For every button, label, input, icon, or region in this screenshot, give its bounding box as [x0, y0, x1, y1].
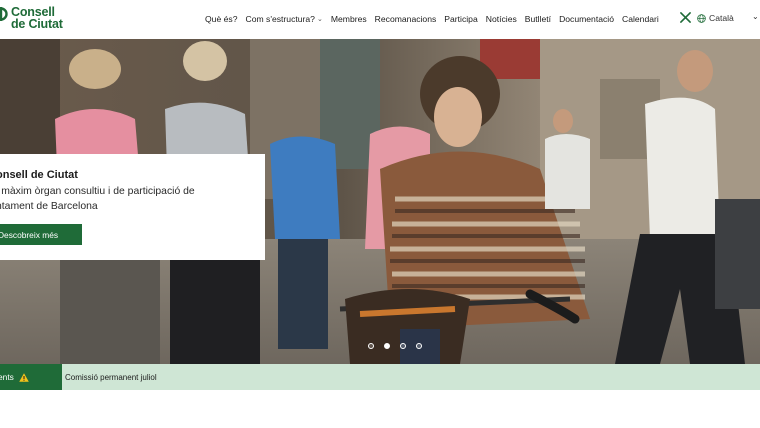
news-headline-link[interactable]: Comissió permanent juliol: [65, 373, 157, 382]
slide-dot-3[interactable]: [400, 343, 406, 349]
nav-item-label: Com s'estructura?: [245, 14, 315, 24]
nav-item-documentacio[interactable]: Documentació: [559, 14, 614, 24]
nav-item-participa[interactable]: Participa: [444, 14, 477, 24]
news-tag-label: ents: [0, 372, 14, 382]
nav-item-label: Què és?: [205, 14, 238, 24]
globe-icon: [697, 13, 706, 23]
language-label: Català: [709, 13, 734, 23]
chevron-down-icon: ⌄: [316, 16, 323, 23]
nav-item-membres[interactable]: Membres: [331, 14, 367, 24]
slide-dot-4[interactable]: [416, 343, 422, 349]
nav-item-label: Notícies: [485, 14, 517, 24]
nav-item-recomanacions[interactable]: Recomanacions: [375, 14, 437, 24]
nav-item-com-sestructura[interactable]: Com s'estructura? ⌄: [246, 14, 323, 24]
news-tag: ents: [0, 364, 62, 390]
discover-more-label: Descobreix més: [0, 229, 59, 240]
language-selector[interactable]: Català: [697, 13, 734, 23]
slide-dot-2[interactable]: [384, 343, 390, 349]
nav-item-label: Calendari: [622, 14, 659, 24]
nav-item-calendari[interactable]: Calendari: [622, 14, 659, 24]
main-nav: Què és? Com s'estructura? ⌄ Membres Recom…: [205, 14, 667, 24]
site-header: Consell de Ciutat Què és? Com s'estructu…: [0, 0, 760, 38]
site-logo[interactable]: Consell de Ciutat: [0, 6, 63, 30]
x-icon[interactable]: [680, 12, 691, 23]
chevron-down-icon[interactable]: ⌄: [752, 12, 759, 21]
hero-slider: onsell de Ciutat l màxim òrgan consultiu…: [0, 39, 760, 364]
nav-item-que-es[interactable]: Què és?: [205, 14, 238, 24]
nav-item-label: Recomanacions: [374, 14, 437, 24]
news-ticker-bar: ents Comissió permanent juliol: [0, 364, 760, 390]
nav-item-label: Documentació: [559, 14, 614, 24]
logo-text: Consell de Ciutat: [11, 6, 63, 31]
nav-item-label: Participa: [444, 14, 478, 24]
nav-item-label: Butlletí: [524, 14, 552, 24]
hero-description: l màxim òrgan consultiu i de participaci…: [0, 186, 195, 212]
logo-mark-icon: [0, 7, 8, 21]
warning-icon: [19, 372, 29, 382]
nav-item-butlleti[interactable]: Butlletí: [525, 14, 551, 24]
slide-dot-1[interactable]: [368, 343, 374, 349]
nav-item-label: Membres: [330, 14, 367, 24]
nav-item-noticies[interactable]: Notícies: [486, 14, 517, 24]
logo-line-2: de Ciutat: [11, 17, 63, 31]
hero-title: onsell de Ciutat: [0, 169, 78, 181]
hero-card: onsell de Ciutat l màxim òrgan consultiu…: [0, 154, 265, 260]
discover-more-button[interactable]: Descobreix més: [0, 224, 82, 245]
slider-dots: [368, 343, 432, 349]
